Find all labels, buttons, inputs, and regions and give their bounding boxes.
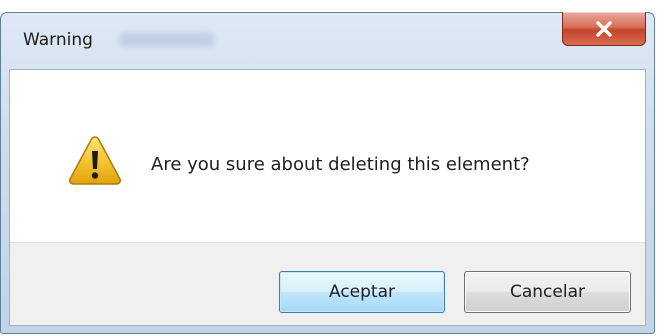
warning-dialog: Warning Are you sure about deleting this… — [0, 12, 655, 334]
blurred-title-text — [119, 32, 215, 47]
dialog-content: Are you sure about deleting this element… — [9, 69, 646, 326]
warning-icon — [69, 136, 121, 185]
ok-button[interactable]: Aceptar — [279, 271, 445, 313]
close-icon — [596, 20, 612, 37]
button-bar: Aceptar Cancelar — [10, 242, 645, 325]
cancel-button[interactable]: Cancelar — [464, 271, 631, 313]
title-bar[interactable]: Warning — [1, 12, 654, 63]
message-area: Are you sure about deleting this element… — [10, 70, 645, 242]
desktop-background — [0, 0, 657, 12]
close-button[interactable] — [562, 12, 646, 46]
window-title: Warning — [23, 30, 93, 50]
warning-message: Are you sure about deleting this element… — [151, 154, 530, 175]
